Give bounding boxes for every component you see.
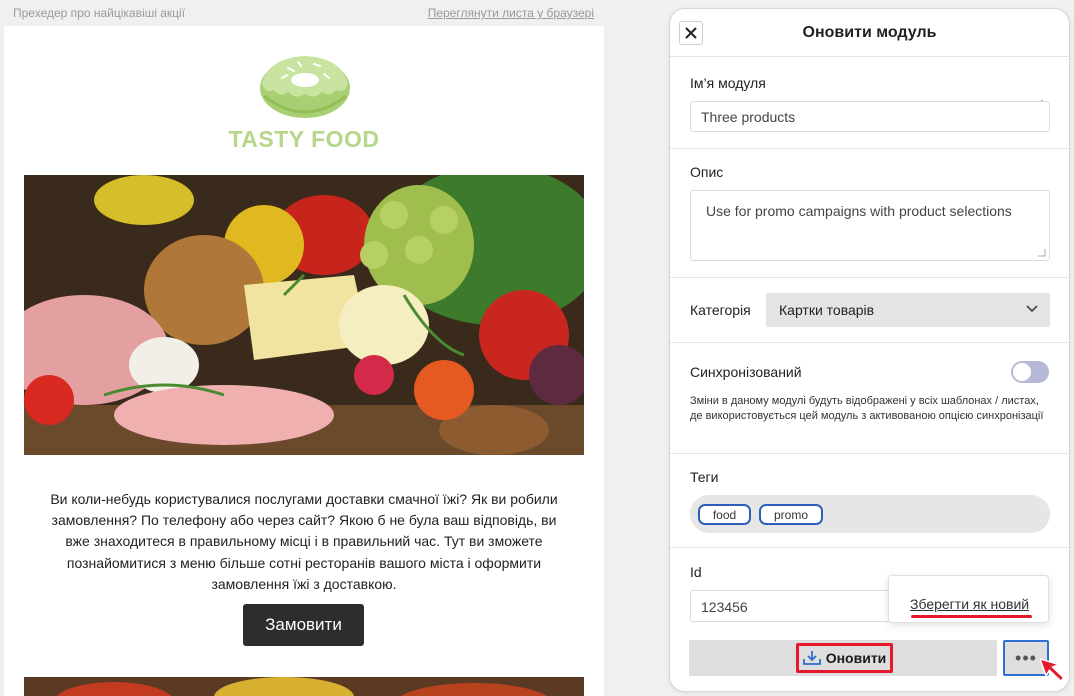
update-button-label: Оновити	[825, 650, 887, 666]
divider	[670, 342, 1069, 343]
preheader-bar: Прехедер про найцікавіші акції Перегляну…	[0, 0, 606, 26]
cursor-arrow-icon	[1040, 657, 1065, 683]
email-body-text: Ви коли-небудь користувалися послугами д…	[50, 491, 558, 592]
divider	[670, 148, 1069, 149]
description-text: Use for promo campaigns with product sel…	[706, 203, 1012, 219]
email-preview: TASTY FOOD Ви коли-небудь користувалися …	[4, 26, 604, 696]
description-label: Опис	[690, 164, 724, 180]
divider	[670, 453, 1069, 454]
logo-text: TASTY FOOD	[228, 126, 380, 152]
order-button[interactable]: Замовити	[243, 604, 364, 646]
logo: TASTY FOOD	[228, 50, 380, 154]
panel-header: Оновити модуль	[670, 9, 1069, 57]
module-name-label: Ім’я модуля	[690, 75, 766, 91]
id-input[interactable]: 123456	[690, 590, 890, 622]
synced-hint: Зміни в даному модулі будуть відображені…	[690, 395, 1044, 422]
id-label: Id	[690, 564, 702, 580]
preheader-text: Прехедер про найцікавіші акції	[13, 6, 186, 20]
module-name-input[interactable]: Three products	[690, 101, 1050, 132]
hero-food-image	[24, 175, 584, 455]
tag-food[interactable]: food	[698, 504, 751, 525]
panel-title: Оновити модуль	[802, 24, 937, 41]
synced-toggle[interactable]	[1011, 361, 1049, 383]
tags-input[interactable]: food promo	[690, 495, 1050, 533]
category-select[interactable]: Картки товарів	[766, 293, 1050, 327]
description-textarea[interactable]: Use for promo campaigns with product sel…	[690, 190, 1050, 261]
category-value: Картки товарів	[779, 302, 875, 318]
resize-handle-icon[interactable]	[1037, 248, 1046, 257]
more-options-dropdown: Зберегти як новий	[888, 575, 1049, 623]
toggle-knob	[1013, 363, 1031, 381]
synced-label: Синхронізований	[690, 364, 802, 380]
highlight-underline	[911, 615, 1032, 618]
second-food-image	[24, 677, 584, 696]
divider	[670, 277, 1069, 278]
download-icon	[802, 651, 821, 665]
category-label: Категорія	[690, 302, 751, 318]
divider	[670, 547, 1069, 548]
donut-icon	[260, 56, 350, 118]
tags-label: Теги	[690, 469, 719, 485]
view-in-browser-link[interactable]: Переглянути листа у браузері	[428, 6, 594, 20]
update-button[interactable]: Оновити	[796, 643, 893, 673]
chevron-down-icon	[1026, 305, 1038, 313]
save-as-new-item[interactable]: Зберегти як новий	[910, 596, 1029, 612]
tag-promo[interactable]: promo	[759, 504, 823, 525]
